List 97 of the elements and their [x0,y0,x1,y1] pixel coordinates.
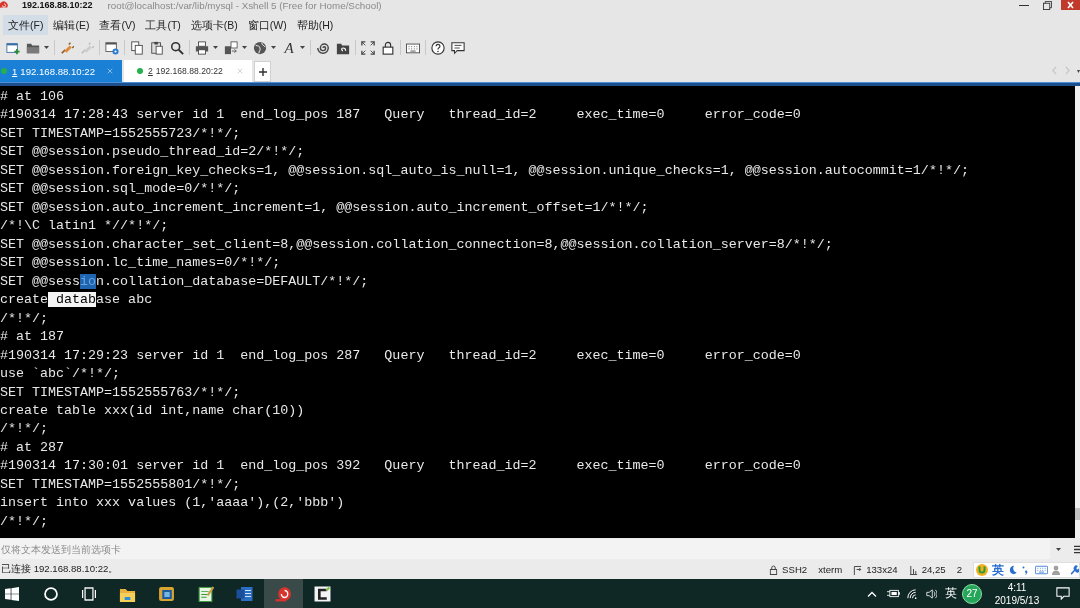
new-window-icon[interactable] [6,40,20,55]
printer-icon[interactable] [195,40,209,55]
terminal-line: SET TIMESTAMP=1552555723/*!*/; [0,124,241,143]
terminal-line: /*!\C latin1 *//*!*/; [0,217,169,236]
file-transfer-icon[interactable] [224,40,238,55]
new-tab-button[interactable] [254,61,271,82]
cursor-position-icon [908,564,918,575]
user-icon[interactable] [1052,564,1060,575]
menu-item[interactable]: 帮助(H) [291,15,339,35]
terminal-line: SET @@session.lc_time_names=0/*!*/; [0,254,281,273]
terminal-line: #190314 17:28:43 server id 1 end_log_pos 187 Query thread_id=2 exec_time=0 error_code=0 [0,106,801,125]
wrench-icon[interactable] [1070,564,1079,575]
bracket-app-icon [314,585,331,602]
caret-icon[interactable] [1077,70,1080,73]
status-text: xterm [818,564,843,575]
menu-item[interactable]: 窗口(W) [242,15,292,35]
lock-icon [769,564,779,575]
clock-button[interactable]: 4:11 2019/5/13 [992,580,1042,607]
ring-icon[interactable] [44,586,58,601]
help-icon[interactable] [431,40,445,55]
caret-icon[interactable] [242,46,247,49]
terminal-line: #190314 17:30:01 server id 1 end_log_pos 392 Query thread_id=2 exec_time=0 error_code=0 [0,457,801,476]
close-icon[interactable] [1061,0,1080,10]
terminal-line: SET @@session.auto_increment_increment=1, @@session.auto_increment_offset=1/*!*/; [0,198,649,217]
battery-icon[interactable] [887,589,900,598]
terminal-line: SET TIMESTAMP=1552555801/*!*/; [0,475,241,494]
font-button[interactable]: A [281,39,297,56]
menu-item[interactable]: 编辑(E) [48,15,95,35]
session-tab[interactable]: 2 192.168.88.20:22 [124,60,252,82]
input-language-indicator[interactable]: 英 [945,585,957,602]
lock-icon[interactable] [381,40,395,55]
terminal-line: SET @@session.pseudo_thread_id=2/*!*/; [0,143,305,162]
restore-icon[interactable] [1043,1,1052,10]
fullscreen-icon[interactable] [361,40,375,55]
menu-item[interactable]: 查看(V) [94,15,141,35]
speaker-icon[interactable] [926,588,937,599]
clipboard-icon[interactable] [150,40,164,55]
caret-icon[interactable] [213,46,218,49]
compose-field[interactable]: 仅将文本发送到当前选项卡 [0,539,1050,559]
spiral-icon[interactable] [316,40,330,55]
window-title-host: 192.168.88.10:22 [22,0,93,11]
shell-icon [0,1,8,9]
menu-icon[interactable] [1074,544,1080,554]
punctuation-icon[interactable] [1022,564,1028,575]
menu-item[interactable]: 选项卡(B) [185,15,243,35]
terminal-line: SET @@session.foreign_key_checks=1, @@session.sql_auto_is_null=1, @@session.unique_checks=1, @@session.autocommit=1/*!*/; [0,161,969,180]
squares-icon [158,585,175,602]
moon-icon[interactable] [1008,564,1017,575]
terminal-line: # at 106 [0,88,65,106]
terminal-line: create table xxx(id int,name char(10)) [0,401,305,420]
notification-icon[interactable] [1056,587,1070,600]
terminal-line: insert into xxx values (1,'aaaa'),(2,'bbb') [0,494,345,513]
session-tab[interactable]: 1 192.168.88.10:22 [0,60,122,82]
terminal-line: SET @@session.collation_database=DEFAULT/*!*/; [0,272,369,291]
terminal-line: create database abc [0,291,153,310]
caret-icon[interactable] [271,46,276,49]
status-text: 133x24 [866,564,898,575]
plug-icon[interactable] [60,40,74,55]
status-text: 24,25 [921,564,946,575]
terminal-line: SET @@session.character_set_client=8,@@session.collation_connection=8,@@session.collation_server=8/*!*/; [0,235,833,254]
ime-logo-icon[interactable] [976,563,988,576]
terminal-line: /*!*/; [0,420,49,439]
plus-icon [258,67,267,76]
caret-icon[interactable] [44,46,49,49]
status-text: SSH2 [782,564,808,575]
globe-icon[interactable] [253,40,267,55]
status-message: 已连接 192.168.88.10:22。 [0,563,119,576]
status-text: 2 [956,564,962,575]
start-icon[interactable] [5,586,19,601]
search-icon[interactable] [170,40,184,55]
wifi-icon[interactable] [907,588,918,599]
vertical-scrollbar[interactable] [1075,86,1080,538]
terminal-line: use `abc`/*!*/; [0,365,121,384]
chevron-up-icon[interactable] [867,590,877,597]
window-title: root@localhost:/var/lib/mysql - Xshell 5 (Free for Home/School) [107,0,382,11]
caret-icon[interactable] [1056,547,1061,551]
terminal-line: /*!*/; [0,512,49,531]
document-icon [236,585,253,602]
terminal-line: SET TIMESTAMP=1552555763/*!*/; [0,383,241,402]
task-view-icon[interactable] [82,586,96,601]
document-pen-icon [197,585,214,602]
window-gear-icon[interactable] [105,40,119,55]
copy-icon[interactable] [130,40,144,55]
terminal-line: # at 187 [0,328,65,347]
keyboard-icon[interactable] [1035,564,1048,575]
caret-icon[interactable] [300,46,305,49]
shell-icon [275,585,292,602]
ime-language-toggle[interactable]: 英 [992,562,1004,577]
chat-icon[interactable] [451,40,465,55]
resize-icon [853,564,863,575]
terminal-line: SET @@session.sql_mode=0/*!*/; [0,180,241,199]
terminal-line: /*!*/; [0,309,49,328]
terminal-line: # at 287 [0,438,65,457]
menu-item[interactable]: 工具(T) [140,15,186,35]
menu-item[interactable]: 文件(F) [3,15,49,35]
terminal-line: #190314 17:29:23 server id 1 end_log_pos 287 Query thread_id=2 exec_time=0 error_code=0 [0,346,801,365]
keyboard-icon[interactable] [406,40,420,55]
